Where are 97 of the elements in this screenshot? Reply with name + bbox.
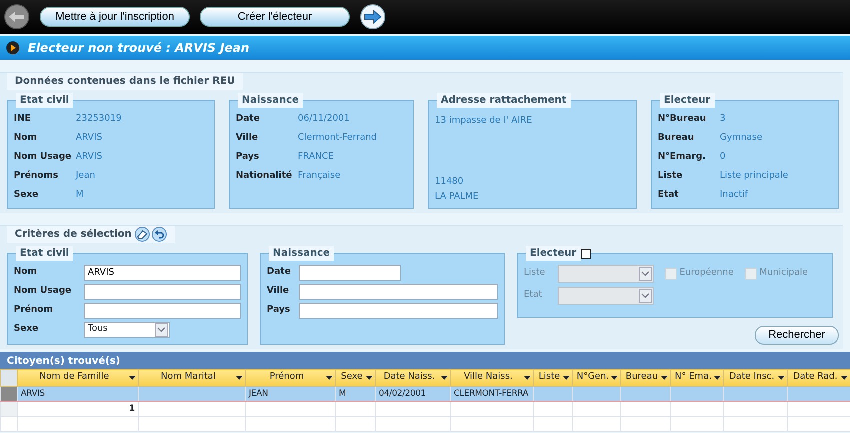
field-label: Ville — [267, 284, 290, 298]
dropdown-arrow-icon[interactable] — [714, 376, 721, 380]
input-field[interactable] — [84, 302, 241, 318]
group-title: Adresse rattachement — [437, 93, 571, 108]
dropdown-arrow-icon[interactable] — [524, 376, 531, 380]
field-label: Pays — [267, 304, 292, 317]
table-cell: CLERMONT-FERRA — [454, 388, 529, 399]
column-header[interactable]: N° Ema. — [670, 370, 724, 386]
column-header[interactable]: Sexe — [336, 370, 376, 386]
field-value: Gymnase — [720, 132, 763, 145]
field-value: 23253019 — [76, 112, 122, 126]
field-label: Nationalité — [236, 170, 294, 183]
field-value: Clermont-Ferrand — [298, 132, 378, 145]
field-value: Jean — [76, 170, 96, 183]
field-value: Inactif — [720, 188, 748, 202]
table-row[interactable]: ARVIS JEAN M 04/02/2001 CLERMONT-FERRA — [0, 386, 850, 402]
group-title: Naissance — [269, 246, 334, 261]
group-title: Electeur — [526, 246, 581, 261]
column-header[interactable]: Bureau — [620, 370, 670, 386]
dropdown-arrow-icon[interactable] — [366, 376, 373, 380]
field-value: ARVIS — [76, 150, 102, 164]
field-label: Liste — [524, 267, 546, 280]
table-cell: ARVIS — [21, 388, 45, 399]
table-cell: JEAN — [249, 388, 268, 399]
field-label: Ville — [236, 132, 260, 145]
field-label: Date — [267, 266, 292, 279]
field-value: FRANCE — [298, 150, 334, 164]
address-line: 13 impasse de l' AIRE — [435, 116, 532, 126]
field-value: Liste principale — [720, 170, 788, 183]
field-label: Nom Usage — [14, 284, 73, 298]
grid-title: Citoyen(s) trouvé(s) — [7, 356, 121, 367]
field-label: Nom Usage — [14, 150, 73, 164]
column-header[interactable]: Prénom — [246, 370, 336, 386]
group-title: Naissance — [238, 93, 304, 108]
field-label: Nom — [14, 132, 38, 145]
update-registration-button[interactable]: Mettre à jour l'inscription — [40, 7, 190, 27]
column-header[interactable]: N°Gen. — [572, 370, 620, 386]
field-value: Française — [298, 170, 341, 183]
field-label: Nom — [14, 266, 38, 279]
column-header[interactable]: Date Rad. — [788, 370, 850, 386]
dropdown-arrow-icon[interactable] — [841, 376, 848, 380]
input-field[interactable] — [84, 284, 241, 300]
field-label: Date — [236, 112, 261, 126]
field-value: 0 — [720, 150, 726, 164]
field-label: Etat — [524, 289, 544, 302]
search-button[interactable]: Rechercher — [755, 326, 839, 345]
dropdown-arrow-icon[interactable] — [611, 376, 618, 380]
table-cell: 1 — [129, 404, 135, 414]
group-title: Etat civil — [16, 93, 74, 108]
column-header[interactable]: Nom de Famille — [18, 370, 138, 386]
field-label: Prénoms — [14, 170, 60, 183]
checkbox-label: Municipale — [760, 267, 808, 280]
field-label: Pays — [236, 150, 260, 164]
input-field[interactable] — [299, 302, 498, 318]
checkbox-label: Européenne — [680, 267, 734, 280]
eraser-icon[interactable] — [134, 227, 150, 242]
page-title: Electeur non trouvé : ARVIS Jean — [28, 40, 250, 57]
column-header[interactable]: Ville Naiss. — [450, 370, 534, 386]
input-field[interactable] — [299, 264, 401, 280]
field-value: M — [76, 188, 84, 202]
group-title: Etat civil — [16, 246, 74, 261]
table-cell: M — [339, 388, 346, 399]
dropdown-arrow-icon[interactable] — [236, 376, 243, 380]
address-line: LA PALME — [435, 190, 479, 204]
column-header[interactable]: Date Naiss. — [376, 370, 450, 386]
input-field[interactable]: ARVIS — [84, 264, 241, 280]
input-field[interactable] — [299, 284, 498, 300]
field-label: Sexe — [14, 322, 40, 336]
field-label: Sexe — [14, 188, 40, 202]
field-label: INE — [14, 112, 32, 126]
field-label: N°Emarg. — [658, 150, 707, 164]
group-title: Electeur — [660, 93, 715, 108]
dropdown-arrow-icon[interactable] — [563, 376, 570, 380]
play-icon — [6, 41, 20, 55]
field-label: Liste — [658, 170, 684, 183]
undo-icon[interactable] — [152, 227, 168, 242]
column-header[interactable]: Liste — [534, 370, 572, 386]
field-value: 06/11/2001 — [298, 112, 350, 126]
dropdown-arrow-icon[interactable] — [778, 376, 785, 380]
field-label: Bureau — [658, 132, 696, 145]
address-line: 11480 — [435, 176, 464, 189]
table-row[interactable]: 1 — [0, 402, 850, 416]
dropdown-arrow-icon[interactable] — [441, 376, 448, 380]
field-label: Prénom — [14, 304, 54, 317]
create-voter-button[interactable]: Créer l'électeur — [200, 7, 350, 27]
table-cell: 04/02/2001 — [379, 388, 426, 399]
field-value: 3 — [720, 112, 726, 126]
column-header[interactable]: Nom Marital — [138, 370, 246, 386]
dropdown-arrow-icon[interactable] — [326, 376, 333, 380]
dropdown-arrow-icon[interactable] — [661, 376, 668, 380]
dropdown-arrow-icon[interactable] — [129, 376, 136, 380]
section-title: Données contenues dans le fichier REU — [7, 73, 244, 90]
field-label: N°Bureau — [658, 112, 708, 126]
column-header[interactable]: Date Insc. — [724, 370, 788, 386]
field-value: ARVIS — [76, 132, 102, 145]
field-label: Etat — [658, 188, 680, 202]
gender-select[interactable]: Tous — [84, 322, 170, 338]
